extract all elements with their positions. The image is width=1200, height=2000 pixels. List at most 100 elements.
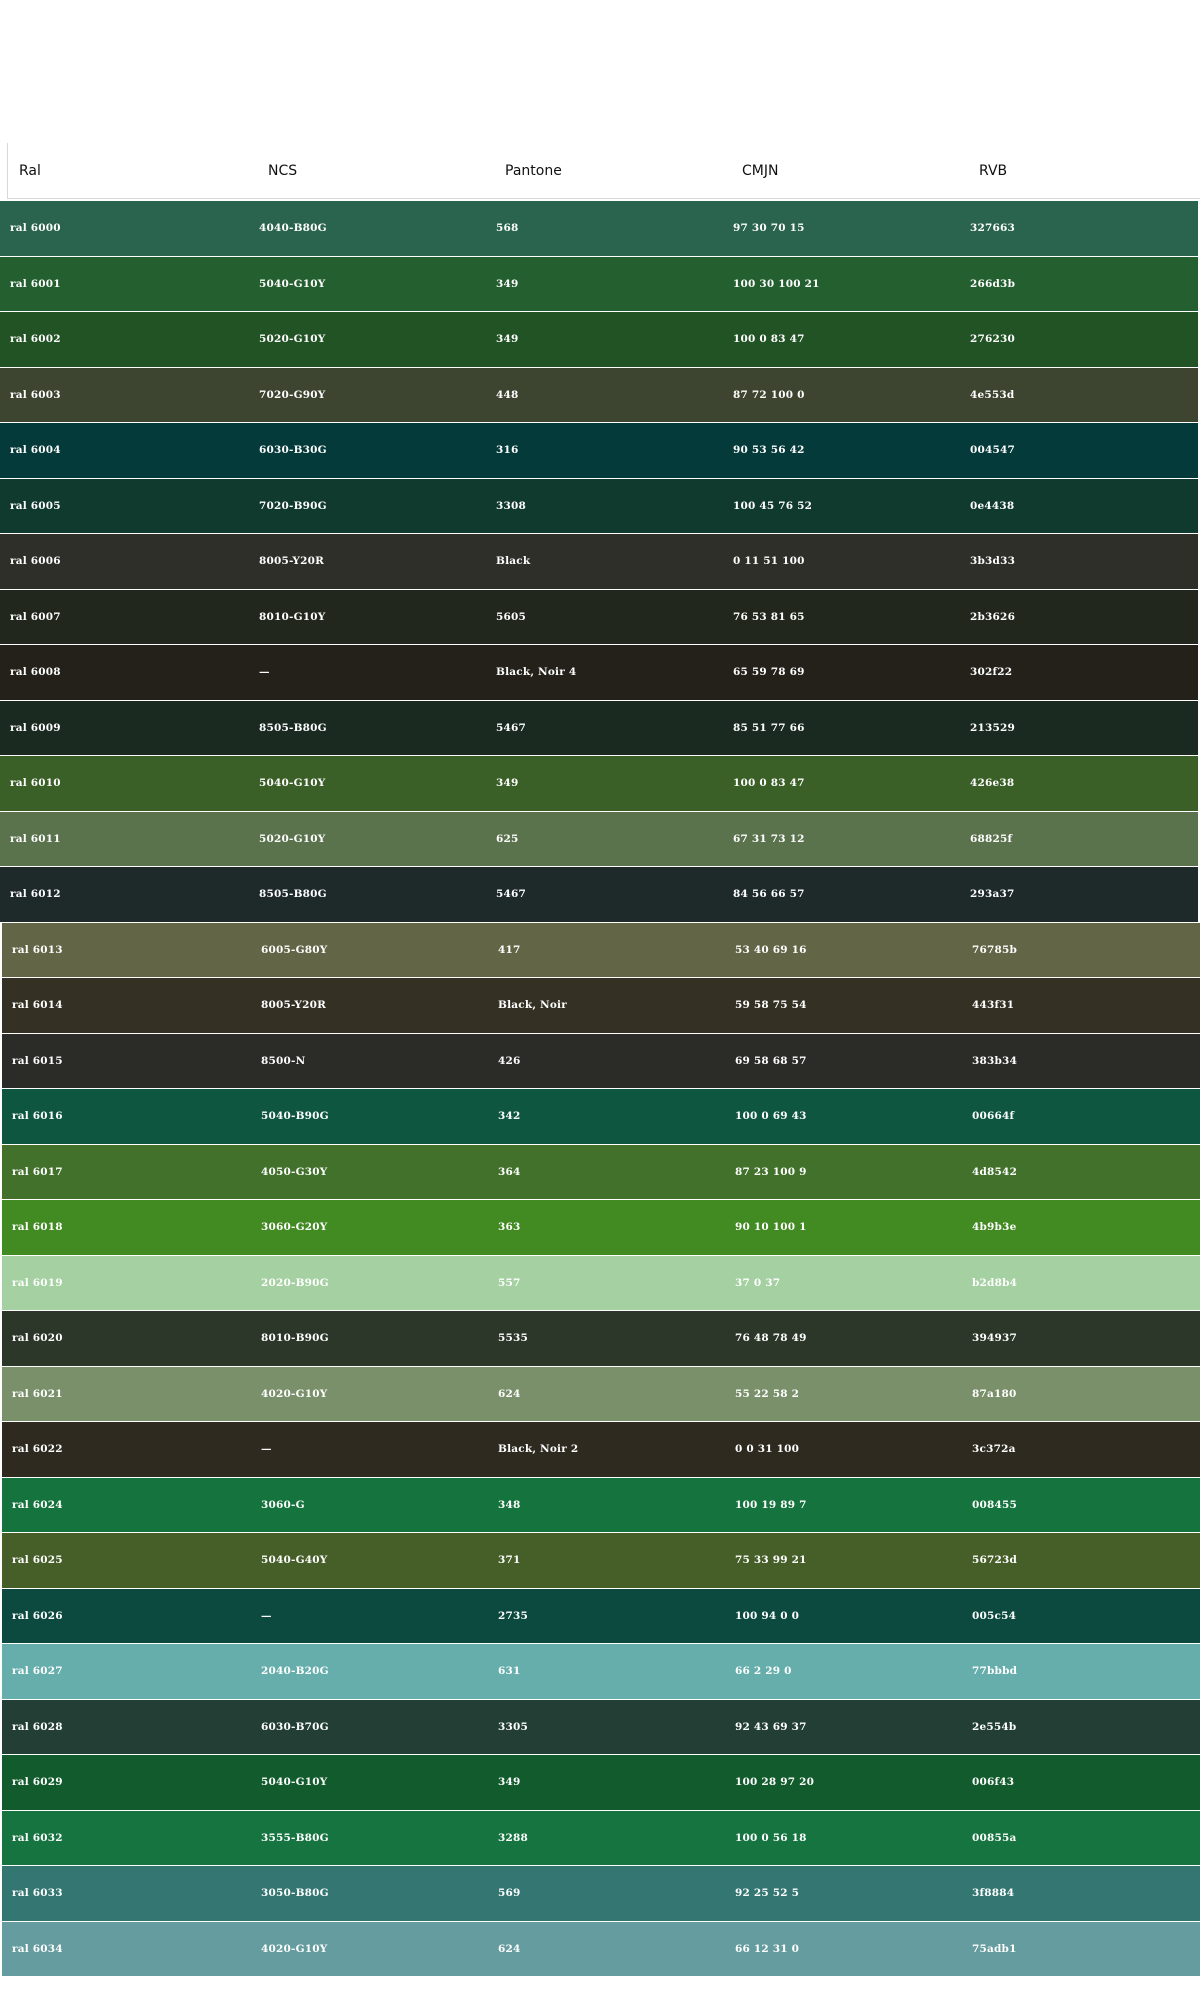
- pantone-cell: 568: [496, 222, 519, 235]
- pantone-cell: 363: [498, 1221, 521, 1234]
- cmjn-cell: 100 0 83 47: [733, 777, 805, 790]
- pantone-cell: 417: [498, 943, 521, 956]
- table-row: ral 6004 6030-B30G 316 90 53 56 42 004547: [0, 423, 1198, 479]
- ncs-cell: 2040-B20G: [261, 1665, 329, 1678]
- cmjn-cell: 67 31 73 12: [733, 832, 805, 845]
- ral-code-cell: ral 6007: [10, 610, 61, 623]
- ncs-cell: 4020-G10Y: [261, 1387, 328, 1400]
- ral-code-cell: ral 6018: [12, 1221, 63, 1234]
- ncs-cell: 5020-G10Y: [259, 333, 326, 346]
- ral-code-cell: ral 6005: [10, 499, 61, 512]
- ral-code-cell: ral 6013: [12, 943, 63, 956]
- ral-code-cell: ral 6024: [12, 1498, 63, 1511]
- pantone-cell: 3308: [496, 499, 527, 512]
- cmjn-cell: 100 19 89 7: [735, 1498, 807, 1511]
- rvb-cell: 213529: [970, 721, 1016, 734]
- pantone-cell: Black, Noir 4: [496, 666, 577, 679]
- cmjn-cell: 100 0 56 18: [735, 1831, 807, 1844]
- rvb-cell: 302f22: [970, 666, 1013, 679]
- rvb-cell: 56723d: [972, 1554, 1018, 1567]
- ncs-cell: 8010-B90G: [261, 1332, 329, 1345]
- cmjn-cell: 55 22 58 2: [735, 1387, 800, 1400]
- ncs-cell: 8505-B80G: [259, 888, 327, 901]
- table-row: ral 6002 5020-G10Y 349 100 0 83 47 276230: [0, 312, 1198, 368]
- table-row: ral 6022 — Black, Noir 2 0 0 31 100 3c372a: [2, 1422, 1200, 1478]
- pantone-cell: 371: [498, 1554, 521, 1567]
- ncs-cell: 3060-G: [261, 1498, 305, 1511]
- cmjn-cell: 65 59 78 69: [733, 666, 805, 679]
- header-ncs: NCS: [268, 163, 298, 179]
- ral-code-cell: ral 6015: [12, 1054, 63, 1067]
- ral-code-cell: ral 6027: [12, 1665, 63, 1678]
- table-row: ral 6007 8010-G10Y 5605 76 53 81 65 2b3626: [0, 589, 1198, 645]
- rvb-cell: 383b34: [972, 1054, 1018, 1067]
- ral-code-cell: ral 6020: [12, 1332, 63, 1345]
- pantone-cell: 426: [498, 1054, 521, 1067]
- rvb-cell: 3b3d33: [970, 555, 1016, 568]
- ncs-cell: —: [259, 666, 270, 679]
- rvb-cell: 3c372a: [972, 1443, 1016, 1456]
- table-row: ral 6026 — 2735 100 94 0 0 005c54: [2, 1588, 1200, 1644]
- rvb-cell: 006f43: [972, 1776, 1015, 1789]
- ncs-cell: 5040-G10Y: [259, 777, 326, 790]
- header-rvb: RVB: [979, 163, 1008, 179]
- ncs-cell: 8505-B80G: [259, 721, 327, 734]
- pantone-cell: 349: [498, 1776, 521, 1789]
- table-row: ral 6008 — Black, Noir 4 65 59 78 69 302f22: [0, 645, 1198, 701]
- cmjn-cell: 100 28 97 20: [735, 1776, 815, 1789]
- pantone-cell: 624: [498, 1387, 521, 1400]
- table-row: ral 6027 2040-B20G 631 66 2 29 0 77bbbd: [2, 1644, 1200, 1700]
- ral-code-cell: ral 6009: [10, 721, 61, 734]
- table-header: Ral NCS Pantone CMJN RVB: [7, 143, 1200, 199]
- ncs-cell: —: [261, 1609, 272, 1622]
- cmjn-cell: 69 58 68 57: [735, 1054, 807, 1067]
- ncs-cell: 3050-B80G: [261, 1887, 329, 1900]
- ral-code-cell: ral 6017: [12, 1165, 63, 1178]
- table-row: ral 6029 5040-G10Y 349 100 28 97 20 006f43: [2, 1755, 1200, 1811]
- cmjn-cell: 66 12 31 0: [735, 1942, 800, 1955]
- rvb-cell: 2e554b: [972, 1720, 1017, 1733]
- ral-code-cell: ral 6029: [12, 1776, 63, 1789]
- ncs-cell: 8010-G10Y: [259, 610, 326, 623]
- ral-code-cell: ral 6016: [12, 1110, 63, 1123]
- cmjn-cell: 100 0 69 43: [735, 1110, 807, 1123]
- pantone-cell: 5535: [498, 1332, 529, 1345]
- cmjn-cell: 100 0 83 47: [733, 333, 805, 346]
- cmjn-cell: 66 2 29 0: [735, 1665, 792, 1678]
- table-row: ral 6021 4020-G10Y 624 55 22 58 2 87a180: [2, 1366, 1200, 1422]
- rvb-cell: 327663: [970, 222, 1016, 235]
- cmjn-cell: 87 72 100 0: [733, 388, 805, 401]
- page: Ral NCS Pantone CMJN RVB ral 6000 4040-B8…: [0, 0, 1200, 2000]
- table-row: ral 6010 5040-G10Y 349 100 0 83 47 426e38: [0, 756, 1198, 812]
- pantone-cell: 3288: [498, 1831, 529, 1844]
- ral-code-cell: ral 6011: [10, 832, 61, 845]
- table-body: ral 6000 4040-B80G 568 97 30 70 15 327663 ral…: [0, 201, 1200, 1977]
- pantone-cell: 349: [496, 777, 519, 790]
- ral-code-cell: ral 6000: [10, 222, 61, 235]
- cmjn-cell: 97 30 70 15: [733, 222, 805, 235]
- pantone-cell: 348: [498, 1498, 521, 1511]
- ral-code-cell: ral 6019: [12, 1276, 63, 1289]
- table-row: ral 6034 4020-G10Y 624 66 12 31 0 75adb1: [2, 1921, 1200, 1977]
- rvb-cell: 293a37: [970, 888, 1015, 901]
- pantone-cell: 624: [498, 1942, 521, 1955]
- table-row: ral 6011 5020-G10Y 625 67 31 73 12 68825f: [0, 811, 1198, 867]
- ncs-cell: 5020-G10Y: [259, 832, 326, 845]
- ncs-cell: 8500-N: [261, 1054, 306, 1067]
- pantone-cell: 3305: [498, 1720, 529, 1733]
- cmjn-cell: 0 0 31 100: [735, 1443, 800, 1456]
- ncs-cell: 6030-B70G: [261, 1720, 329, 1733]
- rvb-cell: 394937: [972, 1332, 1018, 1345]
- ncs-cell: 5040-B90G: [261, 1110, 329, 1123]
- pantone-cell: 364: [498, 1165, 521, 1178]
- pantone-cell: Black, Noir: [498, 999, 567, 1012]
- cmjn-cell: 92 43 69 37: [735, 1720, 807, 1733]
- cmjn-cell: 84 56 66 57: [733, 888, 805, 901]
- ncs-cell: 8005-Y20R: [261, 999, 327, 1012]
- ral-code-cell: ral 6003: [10, 388, 61, 401]
- cmjn-cell: 87 23 100 9: [735, 1165, 807, 1178]
- ncs-cell: 7020-B90G: [259, 499, 327, 512]
- pantone-cell: Black: [496, 555, 531, 568]
- rvb-cell: 005c54: [972, 1609, 1017, 1622]
- ral-code-cell: ral 6004: [10, 444, 61, 457]
